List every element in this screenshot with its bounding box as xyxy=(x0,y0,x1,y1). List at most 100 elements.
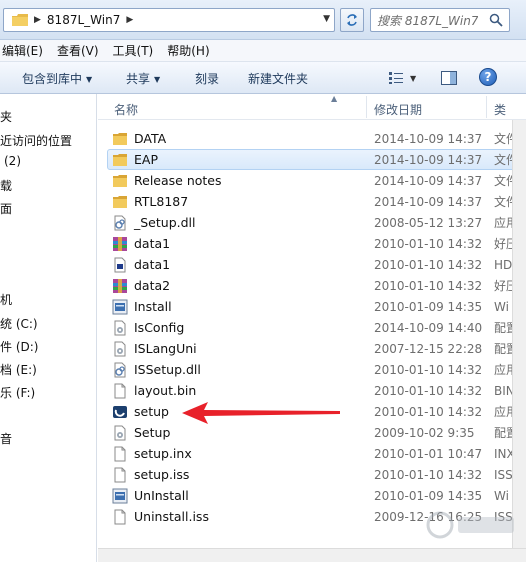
nav-item-network[interactable]: 音 xyxy=(0,430,12,447)
share-button[interactable]: 共享 ▼ xyxy=(126,70,160,87)
file-row[interactable]: setup.inx 2010-01-01 10:47 INX xyxy=(108,443,518,464)
view-list-icon xyxy=(389,72,403,84)
file-row[interactable]: Release notes 2014-10-09 14:37 文件 xyxy=(108,170,518,191)
nav-item-favorites[interactable]: 夹 xyxy=(0,108,12,125)
help-button[interactable]: ? xyxy=(479,68,497,86)
file-modified-date: 2014-10-09 14:40 xyxy=(374,320,483,335)
file-list: DATA 2014-10-09 14:37 文件 EAP 2014-10-09 14:3… xyxy=(98,128,526,548)
file-row[interactable]: data2 2010-01-10 14:32 好压 xyxy=(108,275,518,296)
column-name[interactable]: 名称 xyxy=(114,101,138,118)
file-modified-date: 2010-01-10 14:32 xyxy=(374,467,483,482)
change-view-button[interactable]: ▼ xyxy=(388,68,416,88)
blank-file-icon xyxy=(112,446,128,462)
nav-item-drive-d[interactable]: 件 (D:) xyxy=(0,338,38,355)
file-modified-date: 2010-01-10 14:32 xyxy=(374,236,483,251)
chevron-right-icon[interactable]: ▶ xyxy=(126,15,133,25)
search-icon[interactable] xyxy=(489,13,503,27)
burn-button[interactable]: 刻录 xyxy=(195,70,219,87)
config-icon xyxy=(112,425,128,441)
command-bar: 包含到库中 ▼ 共享 ▼ 刻录 新建文件夹 ▼ ? xyxy=(0,62,526,94)
nav-item-recent-places[interactable]: 近访问的位置 xyxy=(0,132,72,149)
config-icon xyxy=(112,341,128,357)
nav-item-computer[interactable]: 机 xyxy=(0,291,12,308)
sort-ascending-icon: ▲ xyxy=(331,94,338,103)
address-bar[interactable]: ▶ 8187L_Win7 ▶ ▼ xyxy=(3,8,335,32)
file-name: Setup xyxy=(134,425,171,440)
file-row[interactable]: layout.bin 2010-01-10 14:32 BIN xyxy=(108,380,518,401)
menu-edit[interactable]: 编辑(E) xyxy=(2,42,43,59)
nav-item-drive-c[interactable]: 统 (C:) xyxy=(0,315,38,332)
menu-tools[interactable]: 工具(T) xyxy=(113,42,154,59)
file-name: UnInstall xyxy=(134,488,189,503)
address-bar-row: ▶ 8187L_Win7 ▶ ▼ 搜索 8187L_Win7 xyxy=(0,0,526,40)
file-row[interactable]: _Setup.dll 2008-05-12 13:27 应用 xyxy=(108,212,518,233)
file-name: data1 xyxy=(134,257,171,272)
chevron-right-icon[interactable]: ▶ xyxy=(34,15,41,25)
refresh-button[interactable] xyxy=(340,8,364,32)
file-row[interactable]: setup.iss 2010-01-10 14:32 ISS xyxy=(108,464,518,485)
file-modified-date: 2010-01-10 14:32 xyxy=(374,383,483,398)
file-modified-date: 2010-01-10 14:32 xyxy=(374,404,483,419)
blank-file-icon xyxy=(112,467,128,483)
address-path[interactable]: 8187L_Win7 xyxy=(47,13,120,27)
preview-pane-icon xyxy=(441,71,457,85)
file-row[interactable]: data1 2010-01-10 14:32 好压 xyxy=(108,233,518,254)
vertical-scrollbar[interactable] xyxy=(512,120,526,548)
column-divider[interactable] xyxy=(486,96,487,118)
archive-icon xyxy=(112,236,128,252)
file-modified-date: 2010-01-01 10:47 xyxy=(374,446,483,461)
blank-file-icon xyxy=(112,383,128,399)
file-row[interactable]: UnInstall 2010-01-09 14:35 Wi xyxy=(108,485,518,506)
file-name: Install xyxy=(134,299,172,314)
chevron-down-icon: ▼ xyxy=(86,75,93,84)
watermark-logo-icon xyxy=(426,511,514,539)
new-folder-button[interactable]: 新建文件夹 xyxy=(248,70,308,87)
file-name: ISSetup.dll xyxy=(134,362,201,377)
dll-icon xyxy=(112,362,128,378)
menu-bar: 编辑(E) 查看(V) 工具(T) 帮助(H) xyxy=(0,40,526,62)
preview-pane-button[interactable] xyxy=(441,68,457,88)
file-name: ISLangUni xyxy=(134,341,197,356)
search-placeholder: 搜索 8187L_Win7 xyxy=(377,13,479,28)
file-name: DATA xyxy=(134,131,167,146)
file-modified-date: 2010-01-10 14:32 xyxy=(374,257,483,272)
file-row[interactable]: EAP 2014-10-09 14:37 文件 xyxy=(107,149,523,170)
chevron-down-icon: ▼ xyxy=(154,75,161,84)
include-in-library-button[interactable]: 包含到库中 ▼ xyxy=(22,70,92,87)
file-row[interactable]: DATA 2014-10-09 14:37 文件 xyxy=(108,128,518,149)
file-row[interactable]: data1 2010-01-10 14:32 HD xyxy=(108,254,518,275)
file-row[interactable]: RTL8187 2014-10-09 14:37 文件 xyxy=(108,191,518,212)
nav-item-desktop[interactable]: 面 xyxy=(0,200,12,217)
file-name: setup.iss xyxy=(134,467,190,482)
folder-icon xyxy=(112,194,128,210)
menu-view[interactable]: 查看(V) xyxy=(57,42,99,59)
menu-help[interactable]: 帮助(H) xyxy=(167,42,209,59)
dll-icon xyxy=(112,215,128,231)
file-modified-date: 2007-12-15 22:28 xyxy=(374,341,483,356)
file-modified-date: 2008-05-12 13:27 xyxy=(374,215,483,230)
file-name: Release notes xyxy=(134,173,222,188)
folder-icon xyxy=(12,14,28,26)
file-modified-date: 2010-01-10 14:32 xyxy=(374,278,483,293)
nav-item-drive-f[interactable]: 乐 (F:) xyxy=(0,384,35,401)
column-type[interactable]: 类 xyxy=(494,101,506,118)
search-input[interactable]: 搜索 8187L_Win7 xyxy=(370,8,510,32)
file-modified-date: 2010-01-09 14:35 xyxy=(374,488,483,503)
chevron-down-icon[interactable]: ▼ xyxy=(323,14,330,24)
hdr-file-icon xyxy=(112,257,128,273)
nav-item-downloads[interactable]: 载 xyxy=(0,177,12,194)
column-modified[interactable]: 修改日期 xyxy=(374,101,422,118)
column-divider[interactable] xyxy=(366,96,367,118)
file-modified-date: 2014-10-09 14:37 xyxy=(374,194,483,209)
file-row[interactable]: ISLangUni 2007-12-15 22:28 配置 xyxy=(108,338,518,359)
file-modified-date: 2009-10-02 9:35 xyxy=(374,425,475,440)
nav-item-drive-e[interactable]: 档 (E:) xyxy=(0,361,37,378)
blank-file-icon xyxy=(112,509,128,525)
file-name: RTL8187 xyxy=(134,194,189,209)
horizontal-scrollbar[interactable] xyxy=(98,548,526,562)
include-in-library-label: 包含到库中 xyxy=(22,72,83,86)
file-row[interactable]: ISSetup.dll 2010-01-10 14:32 应用 xyxy=(108,359,518,380)
nav-item-count[interactable]: (2) xyxy=(4,154,21,168)
file-row[interactable]: IsConfig 2014-10-09 14:40 配置 xyxy=(108,317,518,338)
file-row[interactable]: Install 2010-01-09 14:35 Wi xyxy=(108,296,518,317)
